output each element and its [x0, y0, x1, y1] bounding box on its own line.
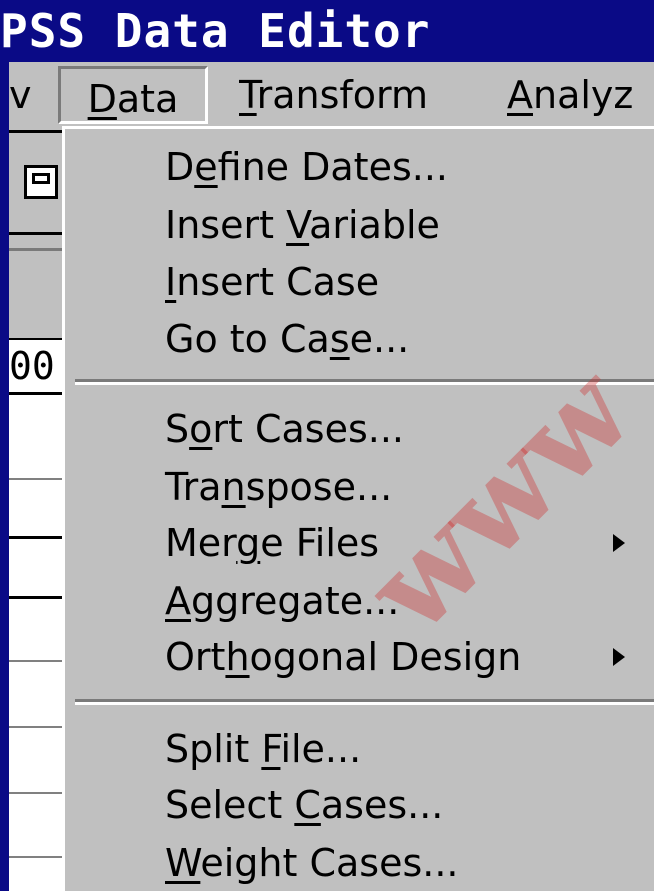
menuitem-go-to-case[interactable]: Go to Case...: [165, 311, 409, 367]
menuitem-access-key: n: [221, 465, 246, 509]
menuitem-access-key: o: [189, 407, 213, 451]
menuitem-label: S: [165, 407, 190, 451]
toolbar-icon[interactable]: [24, 165, 58, 199]
menuitem-label: Select: [165, 783, 295, 827]
menu-transform[interactable]: Transform: [239, 62, 428, 126]
menuitem-access-key: A: [165, 579, 191, 623]
menuitem-label: e...: [349, 317, 410, 361]
submenu-arrow-icon: [613, 648, 625, 666]
menuitem-label: Tra: [165, 465, 222, 509]
menuitem-sort-cases[interactable]: Sort Cases...: [165, 401, 404, 457]
menuitem-select-cases[interactable]: Select Cases...: [165, 777, 443, 833]
menuitem-insert-case[interactable]: Insert Case: [165, 254, 379, 310]
menuitem-access-key: e: [194, 145, 218, 189]
menuitem-label: rt Cases...: [212, 407, 405, 451]
menu-analyze-access-key: A: [507, 73, 533, 117]
window-left-border: [0, 62, 9, 891]
toolbar-edge: [9, 130, 64, 340]
toolbar-icon-glyph: [32, 173, 50, 184]
title-bar: PSS Data Editor: [0, 0, 654, 62]
menuitem-access-key: F: [261, 727, 281, 771]
menuitem-label: spose...: [245, 465, 393, 509]
menu-data-access-key: D: [87, 77, 117, 121]
grid-line: [9, 856, 64, 858]
data-dropdown-menu: Define Dates... Insert Variable Insert C…: [62, 126, 654, 891]
menuitem-label: nsert Case: [176, 260, 380, 304]
submenu-arrow-icon: [613, 534, 625, 552]
menuitem-label: Mer: [165, 521, 237, 565]
grid-cell[interactable]: 00: [9, 340, 64, 390]
menuitem-access-key: s: [329, 317, 350, 361]
grid-line: [9, 536, 64, 539]
menuitem-label: Ort: [165, 635, 226, 679]
menu-view-label: v: [9, 73, 32, 117]
menu-bar: v Data Transform Analyz: [9, 62, 654, 130]
menuitem-label: ggregate...: [191, 579, 400, 623]
menuitem-label: ile...: [280, 727, 362, 771]
menuitem-access-key: g: [236, 521, 261, 565]
window-title: PSS Data Editor: [0, 4, 431, 58]
menuitem-aggregate[interactable]: Aggregate...: [165, 573, 399, 629]
menuitem-merge-files[interactable]: Merge Files: [165, 515, 379, 571]
menuitem-label: Insert: [165, 203, 287, 247]
menuitem-split-file[interactable]: Split File...: [165, 721, 361, 777]
menuitem-label: fine Dates...: [217, 145, 448, 189]
grid-line: [9, 392, 64, 395]
toolbar-divider: [9, 232, 64, 235]
menu-analyze-label: nalyz: [533, 73, 634, 117]
grid-line: [9, 792, 64, 794]
menuitem-insert-variable[interactable]: Insert Variable: [165, 197, 440, 253]
menuitem-label: ases...: [320, 783, 444, 827]
grid-line: [9, 660, 64, 662]
menuitem-weight-cases[interactable]: Weight Cases...: [165, 835, 459, 891]
menuitem-access-key: W: [165, 841, 201, 885]
menuitem-access-key: I: [165, 260, 177, 304]
toolbar-divider: [9, 248, 64, 251]
menuitem-label: e Files: [260, 521, 380, 565]
menuitem-label: Split: [165, 727, 262, 771]
toolbar-divider: [9, 130, 64, 133]
menuitem-label: Go to Ca: [165, 317, 330, 361]
menu-separator: [75, 379, 654, 385]
menuitem-access-key: V: [286, 203, 310, 247]
menuitem-label: eight Cases...: [200, 841, 459, 885]
menuitem-transpose[interactable]: Transpose...: [165, 459, 392, 515]
menu-transform-access-key: T: [239, 73, 257, 117]
menuitem-define-dates[interactable]: Define Dates...: [165, 139, 448, 195]
menuitem-access-key: h: [225, 635, 250, 679]
menu-data[interactable]: Data: [58, 66, 208, 124]
menuitem-label: D: [165, 145, 195, 189]
menu-view[interactable]: v: [9, 62, 39, 126]
menu-data-label: ata: [116, 77, 179, 121]
menuitem-access-key: C: [294, 783, 321, 827]
grid-line: [9, 478, 64, 480]
spss-window: PSS Data Editor v Data Transform Analyz …: [0, 0, 654, 891]
menuitem-label: ogonal Design: [249, 635, 522, 679]
menu-analyze[interactable]: Analyz: [507, 62, 654, 126]
grid-line: [9, 596, 64, 599]
grid-line: [9, 726, 64, 728]
menu-separator: [75, 699, 654, 705]
menu-transform-label: ransform: [256, 73, 429, 117]
menuitem-label: ariable: [309, 203, 440, 247]
menuitem-orthogonal-design[interactable]: Orthogonal Design: [165, 629, 521, 685]
